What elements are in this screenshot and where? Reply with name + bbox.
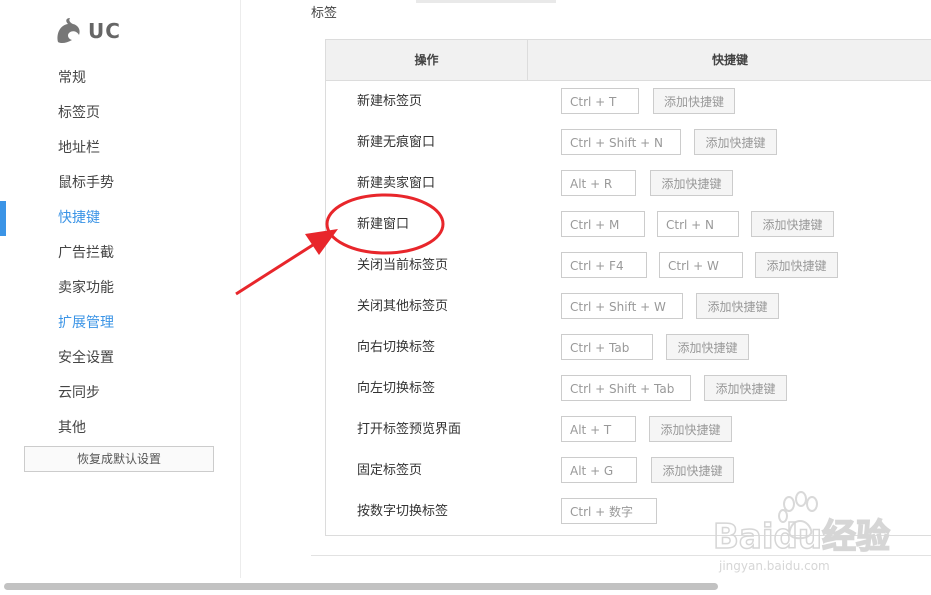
shortcut-key-field[interactable]: Ctrl + 数字: [561, 498, 657, 524]
add-shortcut-button[interactable]: 添加快捷键: [666, 334, 749, 360]
table-row: 向右切换标签 Ctrl + Tab 添加快捷键: [326, 327, 931, 368]
operation-name: 打开标签预览界面: [357, 422, 462, 437]
annotation-arrow-icon: [235, 229, 338, 296]
shortcut-key-field[interactable]: Ctrl + F4: [561, 252, 647, 278]
watermark-url: jingyan.baidu.com: [718, 559, 830, 573]
add-shortcut-button[interactable]: 添加快捷键: [650, 170, 733, 196]
add-shortcut-button[interactable]: 添加快捷键: [696, 293, 779, 319]
table-row: 向左切换标签 Ctrl + Shift + Tab 添加快捷键: [326, 368, 931, 409]
sidebar-item-other[interactable]: 其他: [0, 411, 240, 446]
sidebar-item-label: 广告拦截: [58, 245, 114, 261]
operation-name: 向右切换标签: [357, 340, 436, 355]
add-shortcut-button[interactable]: 添加快捷键: [653, 88, 735, 114]
add-shortcut-button[interactable]: 添加快捷键: [704, 375, 787, 401]
sidebar-item-label: 标签页: [58, 105, 100, 121]
sidebar-item-label: 扩展管理: [58, 315, 114, 331]
baidu-watermark: Baidu经验 jingyan.baidu.com: [712, 491, 891, 573]
sidebar-item-label: 地址栏: [58, 140, 100, 156]
operation-name: 向左切换标签: [357, 381, 436, 396]
shortcut-key-field[interactable]: Ctrl + M: [561, 211, 645, 237]
operation-name: 按数字切换标签: [357, 504, 449, 519]
operation-name: 新建卖家窗口: [357, 176, 436, 191]
table-row: 新建无痕窗口 Ctrl + Shift + N 添加快捷键: [326, 122, 931, 163]
table-row: 关闭其他标签页 Ctrl + Shift + W 添加快捷键: [326, 286, 931, 327]
table-row: 打开标签预览界面 Alt + T 添加快捷键: [326, 409, 931, 450]
shortcut-key-field[interactable]: Alt + R: [561, 170, 636, 196]
sidebar-item-address-bar[interactable]: 地址栏: [0, 131, 240, 166]
sidebar-item-label: 其他: [58, 420, 86, 436]
shortcut-key-field[interactable]: Ctrl + Shift + W: [561, 293, 683, 319]
shortcut-table: 操作 快捷键 新建标签页 Ctrl + T 添加快捷键 新建无痕窗口 Ctrl …: [325, 39, 931, 536]
sidebar-item-mouse-gestures[interactable]: 鼠标手势: [0, 166, 240, 201]
sidebar-item-cloud-sync[interactable]: 云同步: [0, 376, 240, 411]
sidebar-nav: 常规 标签页 地址栏 鼠标手势 快捷键 广告拦截 卖家功能 扩展管理 安全设置 …: [0, 61, 240, 446]
shortcut-key-field[interactable]: Alt + G: [561, 457, 637, 483]
column-header-shortcut: 快捷键: [711, 53, 748, 67]
sidebar-item-label: 快捷键: [58, 210, 100, 226]
table-row: 关闭当前标签页 Ctrl + F4 Ctrl + W 添加快捷键: [326, 245, 931, 286]
watermark-brand: Baidu经验: [713, 517, 890, 557]
sidebar-item-label: 常规: [58, 70, 86, 86]
add-shortcut-button[interactable]: 添加快捷键: [651, 457, 734, 483]
shortcut-key-field[interactable]: Ctrl + N: [657, 211, 739, 237]
table-row: 固定标签页 Alt + G 添加快捷键: [326, 450, 931, 491]
operation-name: 关闭当前标签页: [357, 258, 449, 273]
sidebar: UC 常规 标签页 地址栏 鼠标手势 快捷键 广告拦截 卖家功能 扩展管理 安全…: [0, 0, 241, 578]
logo-text: UC: [88, 19, 121, 43]
sidebar-item-label: 安全设置: [58, 350, 114, 366]
table-row: 新建卖家窗口 Alt + R 添加快捷键: [326, 163, 931, 204]
table-row: 新建窗口 Ctrl + M Ctrl + N 添加快捷键: [326, 204, 931, 245]
shortcut-key-field[interactable]: Ctrl + Shift + N: [561, 129, 681, 155]
table-row: 新建标签页 Ctrl + T 添加快捷键: [326, 81, 931, 122]
add-shortcut-button[interactable]: 添加快捷键: [751, 211, 834, 237]
uc-squirrel-icon: [57, 18, 80, 44]
sidebar-item-shortcuts[interactable]: 快捷键: [0, 201, 240, 236]
active-marker: [0, 201, 6, 236]
sidebar-item-label: 云同步: [58, 385, 100, 401]
reset-defaults-button[interactable]: 恢复成默认设置: [24, 446, 214, 472]
shortcut-key-field[interactable]: Ctrl + Shift + Tab: [561, 375, 691, 401]
sidebar-item-general[interactable]: 常规: [0, 61, 240, 96]
column-header-operation: 操作: [326, 40, 528, 80]
operation-name: 关闭其他标签页: [357, 299, 449, 314]
shortcut-key-field[interactable]: Ctrl + W: [659, 252, 743, 278]
sidebar-item-label: 卖家功能: [58, 280, 114, 296]
sidebar-item-extensions[interactable]: 扩展管理: [0, 306, 240, 341]
table-header: 操作 快捷键: [326, 40, 931, 81]
section-title: 标签: [311, 6, 338, 21]
sidebar-item-seller[interactable]: 卖家功能: [0, 271, 240, 306]
uc-logo: UC: [54, 14, 121, 48]
shortcut-key-field[interactable]: Ctrl + T: [561, 88, 639, 114]
shortcut-key-field[interactable]: Ctrl + Tab: [561, 334, 653, 360]
add-shortcut-button[interactable]: 添加快捷键: [755, 252, 838, 278]
add-shortcut-button[interactable]: 添加快捷键: [694, 129, 777, 155]
horizontal-scrollbar-thumb[interactable]: [4, 583, 718, 590]
shortcut-key-field[interactable]: Alt + T: [561, 416, 636, 442]
sidebar-item-tabs[interactable]: 标签页: [0, 96, 240, 131]
operation-name: 新建无痕窗口: [357, 135, 436, 150]
operation-name: 新建标签页: [357, 94, 423, 109]
operation-name: 固定标签页: [357, 463, 423, 478]
top-divider: [416, 0, 556, 3]
add-shortcut-button[interactable]: 添加快捷键: [649, 416, 732, 442]
sidebar-item-security[interactable]: 安全设置: [0, 341, 240, 376]
sidebar-item-label: 鼠标手势: [58, 175, 114, 191]
operation-name: 新建窗口: [357, 217, 410, 232]
sidebar-item-ad-block[interactable]: 广告拦截: [0, 236, 240, 271]
